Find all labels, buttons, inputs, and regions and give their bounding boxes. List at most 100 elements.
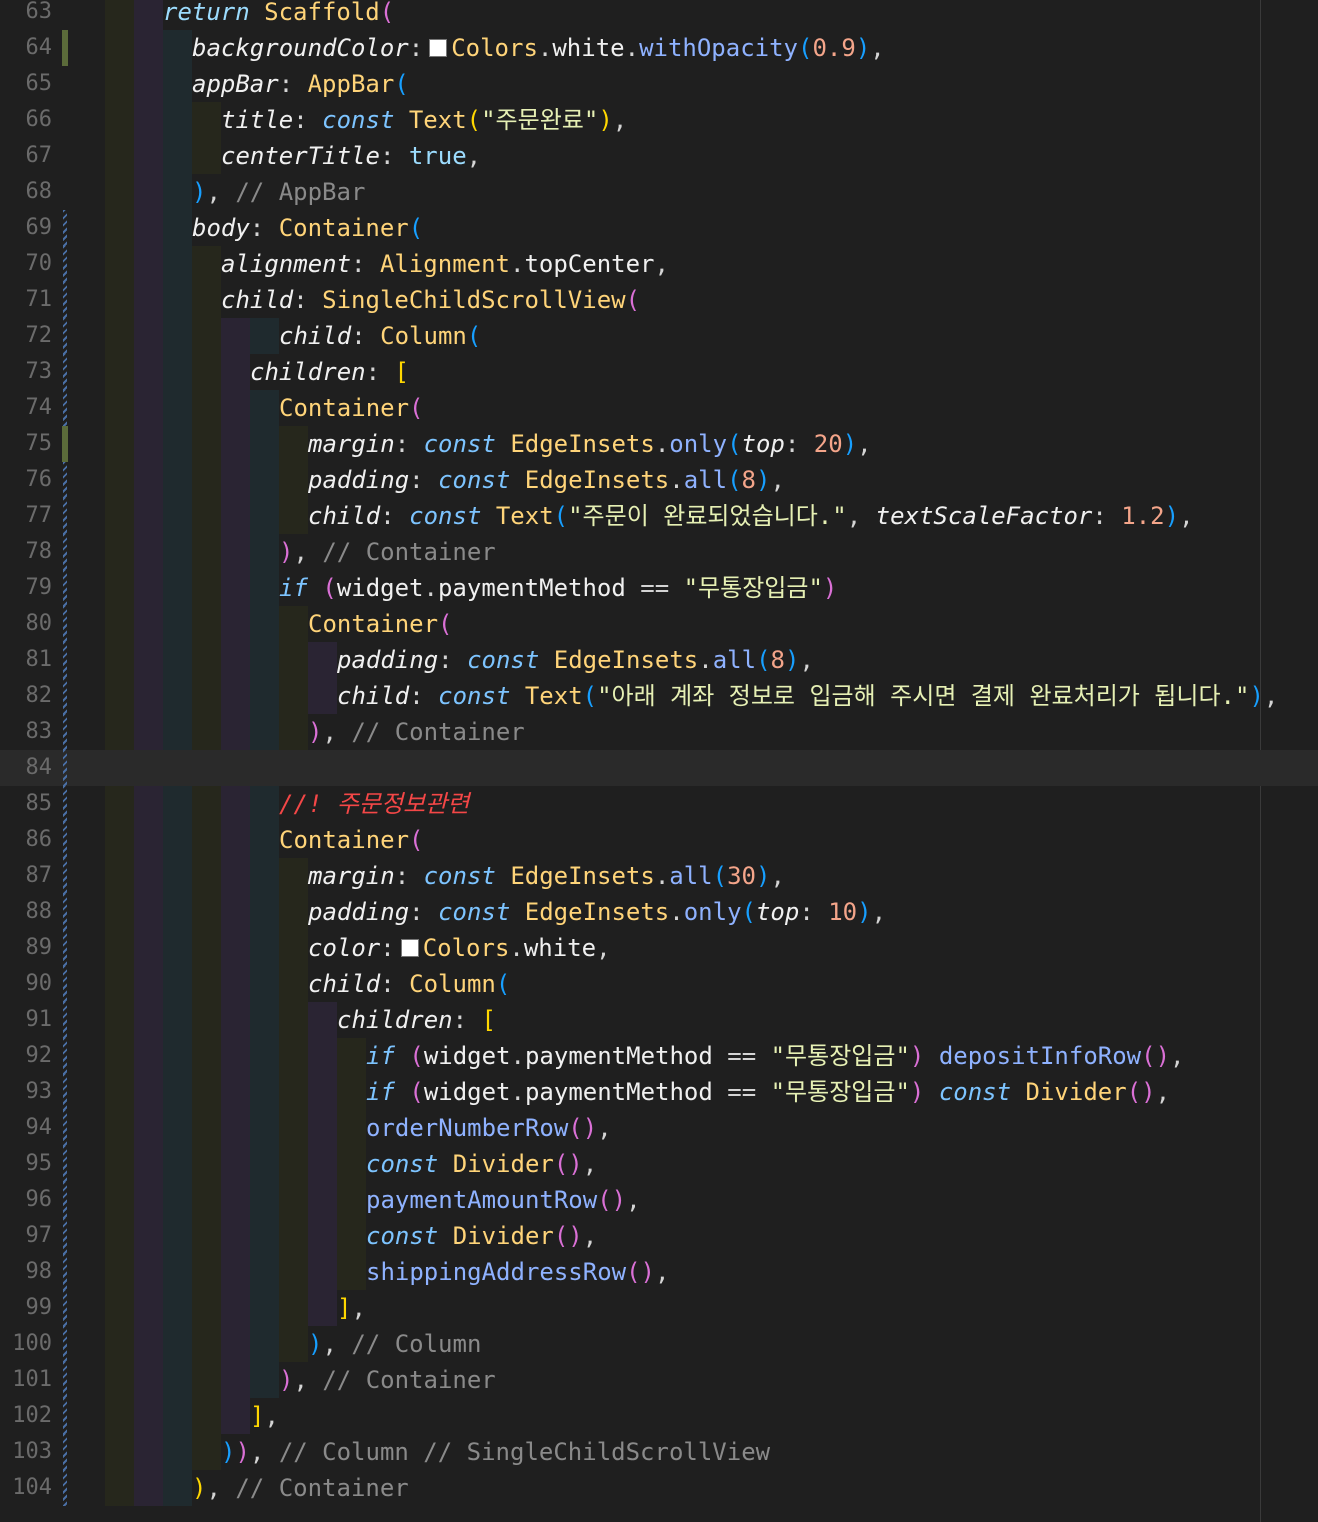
code-line[interactable]: 100), // Column	[0, 1326, 1318, 1362]
git-added-marker[interactable]	[63, 1362, 67, 1398]
code-text[interactable]: if (widget.paymentMethod == "무통장입금") dep…	[105, 1038, 1184, 1074]
git-added-marker[interactable]	[63, 534, 67, 570]
code-text[interactable]: ), // Container	[105, 714, 525, 750]
git-added-marker[interactable]	[63, 1110, 67, 1146]
code-line[interactable]: 68), // AppBar	[0, 174, 1318, 210]
code-text[interactable]: if (widget.paymentMethod == "무통장입금")	[105, 570, 837, 606]
code-line[interactable]: 85 //! 주문정보관련	[0, 786, 1318, 822]
code-editor[interactable]: 63 return Scaffold(64 backgroundColor: Colo…	[0, 0, 1318, 1522]
code-text[interactable]: children: [	[105, 1002, 496, 1038]
code-text[interactable]: )), // Column // SingleChildScrollView	[105, 1434, 770, 1470]
code-line[interactable]: 87 margin: const EdgeInsets.all(30),	[0, 858, 1318, 894]
git-added-marker[interactable]	[63, 642, 67, 678]
code-line[interactable]: 95 const Divider(),	[0, 1146, 1318, 1182]
git-added-marker[interactable]	[63, 786, 67, 822]
git-added-marker[interactable]	[63, 318, 67, 354]
code-line[interactable]: 90 child: Column(	[0, 966, 1318, 1002]
code-text[interactable]: child: Column(	[105, 318, 481, 354]
git-added-marker[interactable]	[63, 462, 67, 498]
code-text[interactable]: padding: const EdgeInsets.all(8),	[105, 462, 785, 498]
git-added-marker[interactable]	[63, 1146, 67, 1182]
git-added-marker[interactable]	[63, 858, 67, 894]
code-line[interactable]: 83), // Container	[0, 714, 1318, 750]
code-line[interactable]: 74 Container(	[0, 390, 1318, 426]
code-line[interactable]: 71 child: SingleChildScrollView(	[0, 282, 1318, 318]
code-text[interactable]: appBar: AppBar(	[105, 66, 409, 102]
color-swatch-icon[interactable]	[429, 39, 448, 57]
code-line[interactable]: 84	[0, 750, 1318, 786]
code-text[interactable]: centerTitle: true,	[105, 138, 481, 174]
git-added-marker[interactable]	[63, 966, 67, 1002]
code-line[interactable]: 103)), // Column // SingleChildScrollVie…	[0, 1434, 1318, 1470]
code-line[interactable]: 69 body: Container(	[0, 210, 1318, 246]
code-text[interactable]: color: Colors.white,	[105, 930, 611, 966]
code-text[interactable]: margin: const EdgeInsets.only(top: 20),	[105, 426, 872, 462]
code-text[interactable]: ), // Container	[105, 1362, 496, 1398]
code-text[interactable]: //! 주문정보관련	[105, 786, 469, 822]
code-text[interactable]: child: const Text("아래 계좌 정보로 입금해 주시면 결제 …	[105, 678, 1278, 714]
git-added-marker[interactable]	[63, 822, 67, 858]
code-line[interactable]: 77 child: const Text("주문이 완료되었습니다.", text…	[0, 498, 1318, 534]
git-added-marker[interactable]	[63, 210, 67, 246]
code-text[interactable]: orderNumberRow(),	[105, 1110, 612, 1146]
git-added-marker[interactable]	[63, 1074, 67, 1110]
code-line[interactable]: 93 if (widget.paymentMethod == "무통장입금") c…	[0, 1074, 1318, 1110]
git-added-marker[interactable]	[63, 678, 67, 714]
code-text[interactable]: ), // AppBar	[105, 174, 365, 210]
code-text[interactable]: return Scaffold(	[105, 0, 394, 30]
code-line[interactable]: 92 if (widget.paymentMethod == "무통장입금") d…	[0, 1038, 1318, 1074]
code-line[interactable]: 98 shippingAddressRow(),	[0, 1254, 1318, 1290]
code-text[interactable]: margin: const EdgeInsets.all(30),	[105, 858, 785, 894]
code-line[interactable]: 72 child: Column(	[0, 318, 1318, 354]
code-line[interactable]: 75 margin: const EdgeInsets.only(top: 20)…	[0, 426, 1318, 462]
code-line[interactable]: 78), // Container	[0, 534, 1318, 570]
code-line[interactable]: 97 const Divider(),	[0, 1218, 1318, 1254]
git-added-marker[interactable]	[63, 1002, 67, 1038]
git-added-marker[interactable]	[63, 1218, 67, 1254]
code-text[interactable]: ), // Container	[105, 1470, 409, 1506]
git-added-marker[interactable]	[63, 1182, 67, 1218]
code-line[interactable]: 79 if (widget.paymentMethod == "무통장입금")	[0, 570, 1318, 606]
git-added-marker[interactable]	[63, 1254, 67, 1290]
git-added-marker[interactable]	[63, 246, 67, 282]
git-added-marker[interactable]	[63, 282, 67, 318]
code-line[interactable]: 63 return Scaffold(	[0, 0, 1318, 30]
git-added-marker[interactable]	[63, 1290, 67, 1326]
code-text[interactable]: shippingAddressRow(),	[105, 1254, 669, 1290]
code-line[interactable]: 91 children: [	[0, 1002, 1318, 1038]
code-text[interactable]: backgroundColor: Colors.white.withOpacity…	[105, 30, 885, 66]
git-added-marker[interactable]	[63, 714, 67, 750]
code-text[interactable]: child: Column(	[105, 966, 510, 1002]
code-text[interactable]: title: const Text("주문완료"),	[105, 102, 627, 138]
git-added-marker[interactable]	[63, 1434, 67, 1470]
code-line[interactable]: 104), // Container	[0, 1470, 1318, 1506]
git-added-marker[interactable]	[63, 750, 67, 786]
code-text[interactable]: Container(	[105, 822, 424, 858]
code-text[interactable]: paymentAmountRow(),	[105, 1182, 641, 1218]
git-added-marker[interactable]	[63, 1038, 67, 1074]
code-text[interactable]: ), // Container	[105, 534, 496, 570]
git-modified-marker[interactable]	[62, 426, 68, 462]
git-added-marker[interactable]	[63, 390, 67, 426]
git-added-marker[interactable]	[63, 354, 67, 390]
code-line[interactable]: 89 color: Colors.white,	[0, 930, 1318, 966]
code-text[interactable]: if (widget.paymentMethod == "무통장입금") con…	[105, 1074, 1170, 1110]
git-added-marker[interactable]	[63, 606, 67, 642]
code-text[interactable]: ],	[105, 1398, 279, 1434]
code-text[interactable]: Container(	[105, 606, 453, 642]
color-swatch-icon[interactable]	[400, 939, 419, 957]
code-line[interactable]: 80 Container(	[0, 606, 1318, 642]
code-text[interactable]: alignment: Alignment.topCenter,	[105, 246, 669, 282]
code-text[interactable]: const Divider(),	[105, 1146, 597, 1182]
code-line[interactable]: 96 paymentAmountRow(),	[0, 1182, 1318, 1218]
code-text[interactable]: ), // Column	[105, 1326, 481, 1362]
code-text[interactable]: padding: const EdgeInsets.only(top: 10),	[105, 894, 886, 930]
code-line[interactable]: 64 backgroundColor: Colors.white.withOpaci…	[0, 30, 1318, 66]
code-text[interactable]: const Divider(),	[105, 1218, 597, 1254]
code-text[interactable]: child: const Text("주문이 완료되었습니다.", textSc…	[105, 498, 1194, 534]
code-text[interactable]: padding: const EdgeInsets.all(8),	[105, 642, 814, 678]
git-added-marker[interactable]	[63, 1326, 67, 1362]
git-added-marker[interactable]	[63, 894, 67, 930]
git-added-marker[interactable]	[63, 1398, 67, 1434]
code-line[interactable]: 65 appBar: AppBar(	[0, 66, 1318, 102]
